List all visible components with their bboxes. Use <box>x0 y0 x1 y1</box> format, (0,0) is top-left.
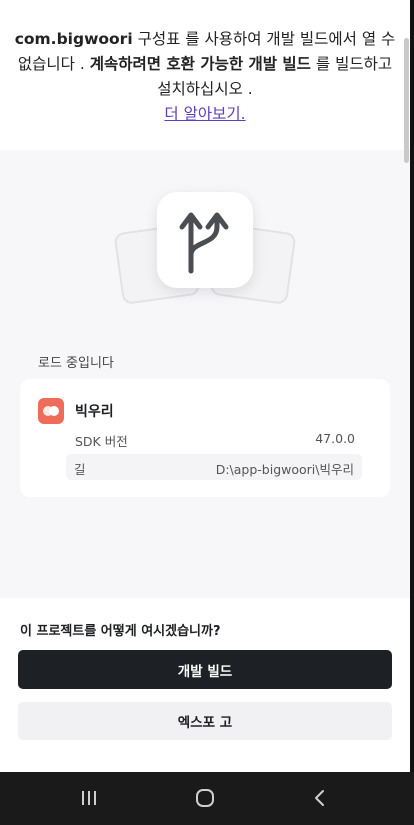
fork-arrow-icon <box>157 192 253 288</box>
open-question: 이 프로젝트를 어떻게 여시겠습니까? <box>20 624 221 639</box>
home-icon[interactable] <box>183 782 227 814</box>
recents-icon[interactable] <box>67 782 111 814</box>
fork-illustration <box>110 190 310 310</box>
path-value: D:\app-bigwoori\빅우리 <box>215 462 354 477</box>
project-card: 빅우리 SDK 버전 47.0.0 길 D:\app-bigwoori\빅우리 <box>20 379 390 497</box>
scheme-name: com.bigwoori <box>14 30 133 48</box>
learn-more-link[interactable]: 더 알아보기. <box>164 102 245 127</box>
app-icon <box>38 398 64 424</box>
screen-edge <box>410 0 414 772</box>
sdk-version-value: 47.0.0 <box>315 431 355 446</box>
loading-label: 로드 중입니다 <box>38 356 114 371</box>
scrollbar-thumb[interactable] <box>404 38 409 163</box>
back-icon[interactable] <box>298 782 342 814</box>
development-build-button[interactable]: 개발 빌드 <box>18 650 392 689</box>
open-options-sheet: 이 프로젝트를 어떻게 여시겠습니까? 개발 빌드 엑스포 고 <box>0 598 410 772</box>
sdk-version-label: SDK 버전 <box>75 434 128 449</box>
app-screen: com.bigwoori 구성표 를 사용하여 개발 빌드에서 열 수 없습니다… <box>0 0 410 772</box>
project-name: 빅우리 <box>75 404 114 420</box>
path-label: 길 <box>74 462 86 477</box>
warning-banner: com.bigwoori 구성표 를 사용하여 개발 빌드에서 열 수 없습니다… <box>0 0 410 150</box>
sdk-version-row: SDK 버전 47.0.0 <box>75 431 355 450</box>
path-row: 길 D:\app-bigwoori\빅우리 <box>66 454 362 480</box>
expo-go-button[interactable]: 엑스포 고 <box>18 702 392 740</box>
banner-emphasis: 계속하려면 호환 가능한 개발 빌드 <box>89 55 311 73</box>
system-nav-bar <box>0 772 414 825</box>
